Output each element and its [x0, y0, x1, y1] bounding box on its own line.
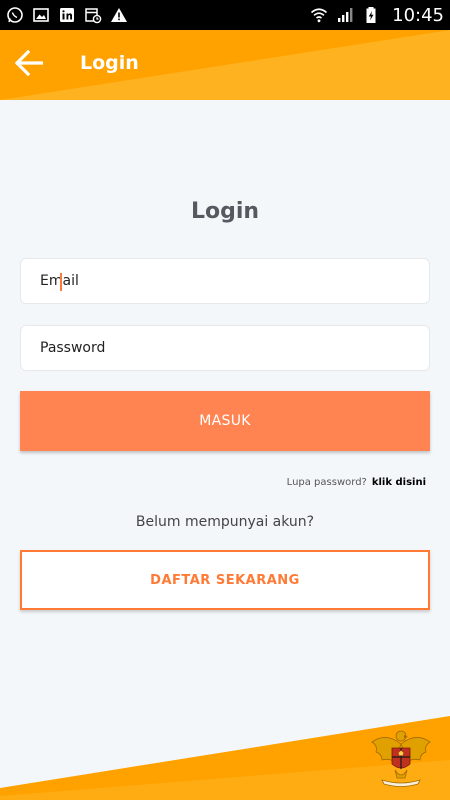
whatsapp-icon — [6, 6, 24, 24]
warning-icon — [110, 6, 128, 24]
status-bar-notifications — [6, 6, 128, 24]
password-input[interactable] — [40, 340, 429, 356]
arrow-left-icon — [14, 49, 45, 80]
back-button[interactable] — [12, 47, 48, 83]
gallery-icon — [32, 6, 50, 24]
text-cursor — [60, 273, 62, 291]
password-field[interactable] — [20, 325, 430, 371]
page-title: Login — [190, 199, 260, 224]
status-time: 10:45 — [392, 4, 444, 26]
app-bar-diagonal-shade — [0, 30, 450, 100]
forgot-password-text: Lupa password? — [286, 477, 367, 488]
email-input[interactable] — [40, 273, 429, 289]
register-button[interactable]: DAFTAR SEKARANG — [20, 550, 430, 610]
no-account-text: Belum mempunyai akun? — [135, 514, 315, 530]
signal-icon — [336, 6, 354, 24]
login-button[interactable]: MASUK — [20, 391, 430, 451]
forgot-password-link[interactable]: klik disini — [372, 477, 426, 488]
status-bar: 10:45 — [0, 0, 450, 30]
wifi-icon — [310, 6, 328, 24]
garuda-emblem — [368, 724, 434, 790]
email-field[interactable] — [20, 258, 430, 304]
app-bar: Login — [0, 30, 450, 100]
status-bar-system: 10:45 — [310, 5, 444, 26]
battery-charging-icon — [362, 6, 380, 24]
linkedin-icon — [58, 6, 76, 24]
forgot-password-row: Lupa password? klik disini — [287, 477, 426, 488]
calendar-alarm-icon — [84, 6, 102, 24]
app-bar-title: Login — [80, 52, 139, 74]
